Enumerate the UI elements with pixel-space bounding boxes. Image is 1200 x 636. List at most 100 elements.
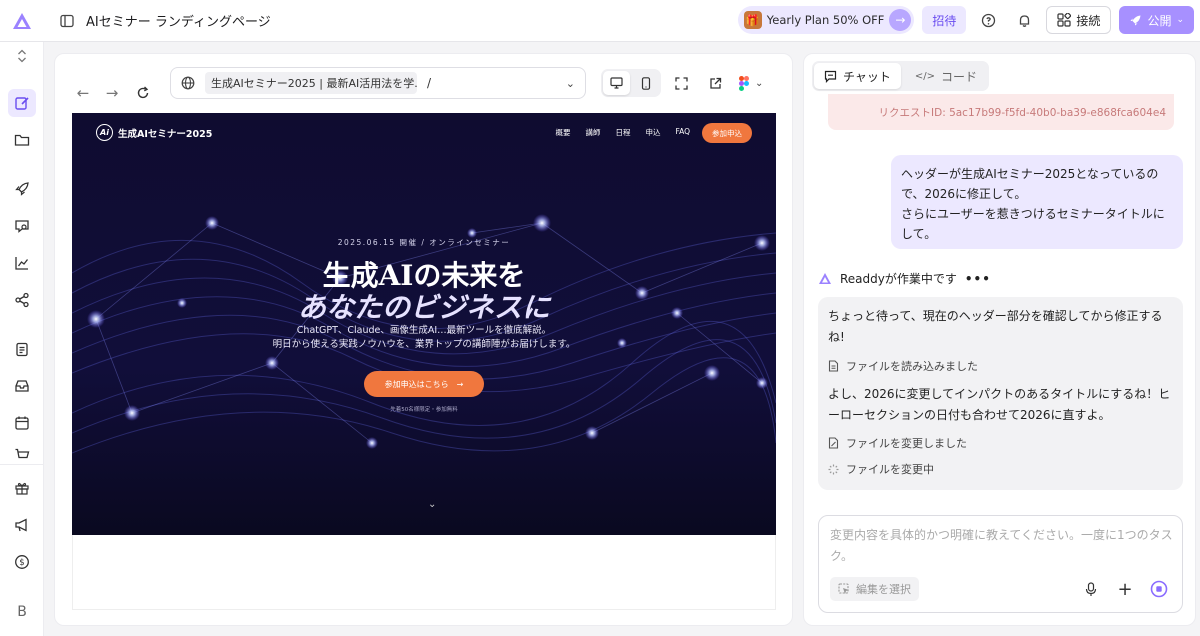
hero-description-line-1: ChatGPT、Claude、画像生成AI…最新ツールを徹底解説。 <box>296 325 552 336</box>
left-sidebar: $ B <box>0 42 44 636</box>
file-read-label: ファイルを読み込みました <box>846 360 978 373</box>
spinner-icon <box>828 464 839 474</box>
hero-note: 先着50名様限定・参加無料 <box>390 407 458 413</box>
select-element-label: 編集を選択 <box>856 583 911 596</box>
hero-description-line-2: 明日から使える実践ノウハウを、業界トップの講師陣がお届けします。 <box>272 339 576 350</box>
search-chat-icon[interactable] <box>8 212 36 240</box>
reload-icon[interactable] <box>132 82 154 104</box>
back-arrow-icon[interactable]: ← <box>72 82 94 104</box>
sidebar-toggle-icon[interactable] <box>60 14 74 28</box>
figma-icon <box>739 75 749 91</box>
share-icon[interactable] <box>8 286 36 314</box>
url-bar[interactable]: 生成AIセミナー2025 | 最新AI活用法を学... / ⌄ <box>170 67 586 99</box>
hero-cta-label: 参加申込はこちら <box>384 379 449 389</box>
url-path: / <box>427 76 432 90</box>
site-nav-schedule[interactable]: 日程 <box>615 127 630 138</box>
stop-generation-icon[interactable] <box>1149 579 1169 599</box>
microphone-icon[interactable] <box>1081 579 1101 599</box>
agent-response: ちょっと待って、現在のヘッダー部分を確認してから修正するね! ファイルを読み込み… <box>818 297 1183 490</box>
arrow-right-icon: → <box>889 9 912 31</box>
site-preview: Ai 生成AIセミナー2025 概要 講師 日程 申込 FAQ 参加申込 202… <box>72 113 776 535</box>
svg-text:$: $ <box>19 558 24 568</box>
gift-icon: 🎁 <box>743 11 762 29</box>
site-nav: 概要 講師 日程 申込 FAQ <box>555 127 690 138</box>
promo-badge[interactable]: 🎁 Yearly Plan 50% OFF → <box>737 6 915 34</box>
expand-collapse-icon[interactable] <box>8 42 36 70</box>
select-element-button[interactable]: 編集を選択 <box>830 577 919 601</box>
composer-input[interactable]: 変更内容を具体的かつ明確に教えてください。一度に1つのタスク。 <box>830 525 1175 567</box>
top-bar: AIセミナー ランディングページ 🎁 Yearly Plan 50% OFF →… <box>0 0 1200 42</box>
arrow-right-icon: → <box>456 379 464 389</box>
file-changing-row: ファイルを変更中 <box>828 461 934 477</box>
device-toggle <box>601 69 661 97</box>
agent-message-1: ちょっと待って、現在のヘッダー部分を確認してから修正するね! <box>828 309 1163 344</box>
file-edit-icon <box>828 437 839 449</box>
site-nav-speakers[interactable]: 講師 <box>585 127 600 138</box>
plus-icon[interactable]: + <box>1115 579 1135 600</box>
agent-status: Readdyが作業中です ••• <box>818 270 991 287</box>
error-request-id: リクエストID: 5ac17b99-f5fd-40b0-ba39-e868fca… <box>828 94 1174 130</box>
chevron-down-icon: ⌄ <box>755 77 764 89</box>
tab-code[interactable]: </> コード <box>905 63 987 89</box>
hero-title-line-2: あなたのビジネスに <box>297 291 550 324</box>
connect-label: 接続 <box>1076 13 1101 28</box>
chevron-down-icon[interactable]: ⌄ <box>566 77 575 90</box>
publish-label: 公開 <box>1147 13 1172 28</box>
external-link-icon[interactable] <box>704 72 726 94</box>
chat-composer[interactable]: 変更内容を具体的かつ明確に教えてください。一度に1つのタスク。 編集を選択 + <box>818 515 1183 613</box>
tab-chat[interactable]: チャット <box>814 63 901 89</box>
file-icon <box>828 360 839 372</box>
hero-description: ChatGPT、Claude、画像生成AI…最新ツールを徹底解説。 明日から使え… <box>72 324 776 352</box>
rocket-icon <box>1130 15 1141 25</box>
site-brand[interactable]: 生成AIセミナー2025 <box>118 126 212 140</box>
site-nav-overview[interactable]: 概要 <box>555 127 570 138</box>
edit-icon[interactable] <box>8 89 36 117</box>
project-title: AIセミナー ランディングページ <box>86 15 271 30</box>
site-nav-faq[interactable]: FAQ <box>675 127 690 138</box>
publish-button[interactable]: 公開 ⌄ <box>1119 6 1194 34</box>
cursor-select-icon <box>838 583 849 594</box>
forward-arrow-icon[interactable]: → <box>101 82 123 104</box>
scroll-down-icon[interactable]: ⌄ <box>428 499 436 510</box>
site-nav-apply[interactable]: 申込 <box>645 127 660 138</box>
help-icon[interactable] <box>974 6 1002 34</box>
bell-icon[interactable] <box>1010 6 1038 34</box>
chat-icon <box>824 70 837 83</box>
site-next-section <box>72 535 776 610</box>
dollar-icon[interactable]: $ <box>8 548 36 576</box>
folder-icon[interactable] <box>8 126 36 154</box>
file-read-row: ファイルを読み込みました <box>828 358 978 374</box>
site-nav-cta-button[interactable]: 参加申込 <box>702 123 752 143</box>
user-avatar-letter[interactable]: B <box>0 604 44 620</box>
calendar-icon[interactable] <box>8 409 36 437</box>
figma-export-button[interactable]: ⌄ <box>739 72 775 94</box>
chevron-down-icon: ⌄ <box>1176 15 1184 25</box>
integrations-icon <box>1057 13 1072 27</box>
readdy-logo-icon[interactable] <box>0 0 44 42</box>
tab-chat-label: チャット <box>843 69 891 84</box>
preview-panel: ← → 生成AIセミナー2025 | 最新AI活用法を学... / ⌄ ⌄ Ai… <box>54 53 793 626</box>
fullscreen-icon[interactable] <box>670 72 692 94</box>
rocket-nav-icon[interactable] <box>8 175 36 203</box>
inbox-icon[interactable] <box>8 372 36 400</box>
tab-code-label: コード <box>941 69 978 84</box>
user-message: ヘッダーが生成AIセミナー2025となっているので、2026に修正して。 さらに… <box>891 155 1183 249</box>
connect-button[interactable]: 接続 <box>1046 6 1112 34</box>
gift-nav-icon[interactable] <box>8 474 36 502</box>
invite-button[interactable]: 招待 <box>922 6 967 34</box>
chat-tabs: チャット </> コード <box>812 61 990 91</box>
desktop-icon[interactable] <box>603 71 630 95</box>
clipboard-icon[interactable] <box>8 335 36 363</box>
code-icon: </> <box>914 70 936 82</box>
site-logo-icon[interactable]: Ai <box>96 124 113 141</box>
analytics-icon[interactable] <box>8 249 36 277</box>
megaphone-icon[interactable] <box>8 511 36 539</box>
hero-cta-button[interactable]: 参加申込はこちら → <box>364 371 484 397</box>
user-message-text: ヘッダーが生成AIセミナー2025となっているので、2026に修正して。 さらに… <box>901 167 1165 241</box>
agent-message-2: よし、2026に変更してインパクトのあるタイトルにするね！ヒーローセクションの日… <box>828 387 1171 422</box>
mobile-icon[interactable] <box>632 71 659 95</box>
typing-dots-icon: ••• <box>964 271 991 286</box>
agent-status-text: Readdyが作業中です <box>840 272 957 286</box>
cart-icon[interactable] <box>8 446 36 464</box>
file-changing-label: ファイルを変更中 <box>846 463 934 476</box>
